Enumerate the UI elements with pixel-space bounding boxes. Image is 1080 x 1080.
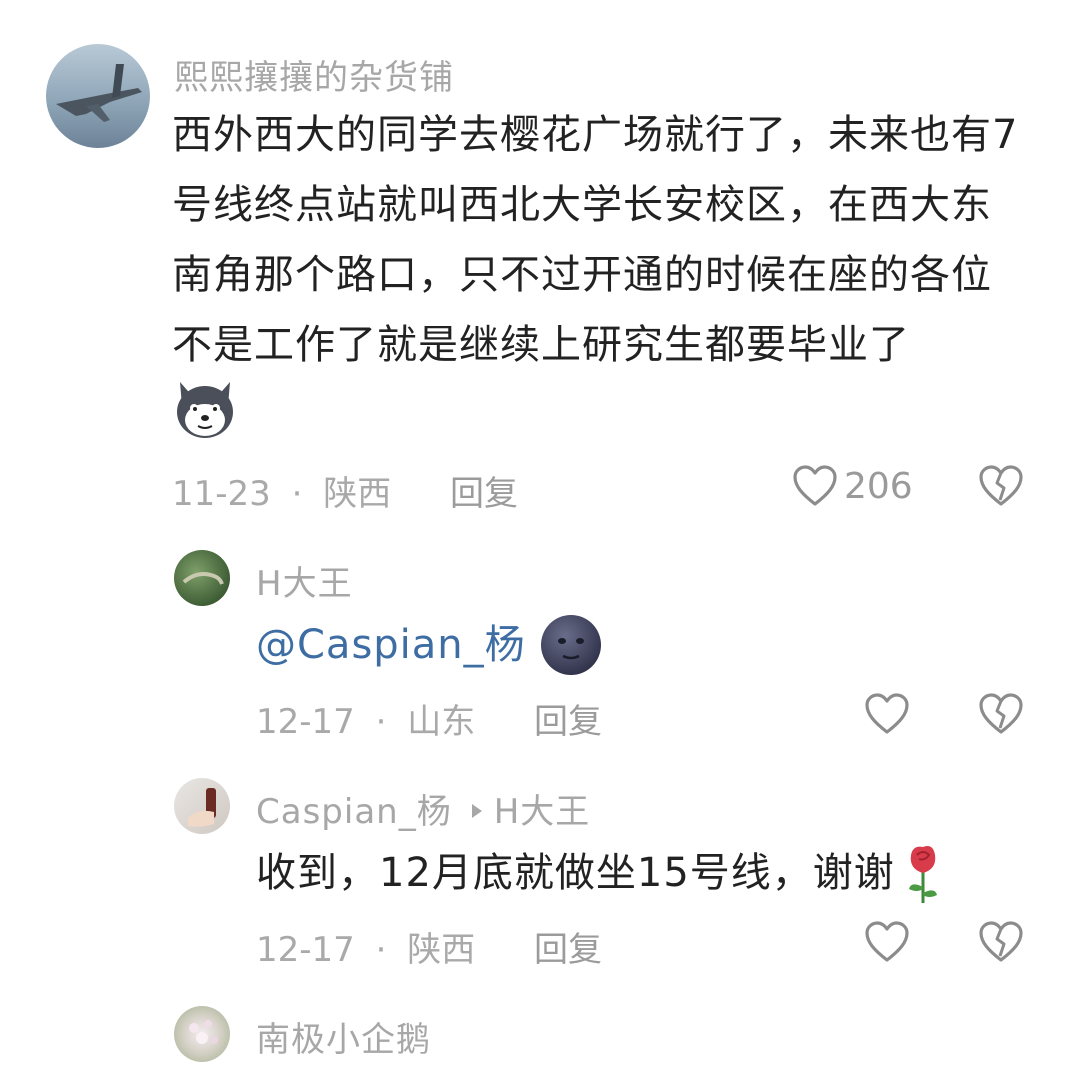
broken-heart-icon — [979, 693, 1023, 734]
reply-button[interactable]: 回复 — [534, 702, 602, 742]
like-button[interactable]: 206 — [792, 464, 913, 508]
like-button[interactable] — [864, 692, 910, 740]
separator: · — [375, 702, 387, 742]
avatar[interactable] — [174, 1006, 230, 1062]
flowers-image — [189, 1020, 218, 1044]
reply-text: @Caspian_杨 — [256, 610, 602, 680]
dislike-button[interactable] — [978, 692, 1024, 740]
reply-date: 12-17 — [256, 702, 355, 742]
avatar[interactable] — [46, 44, 150, 148]
avatar[interactable] — [174, 550, 230, 606]
reply-username[interactable]: Caspian_杨 — [256, 784, 452, 833]
reply-arrow-icon — [470, 789, 484, 829]
hand-bottle-image — [188, 788, 216, 827]
dislike-button[interactable] — [978, 464, 1024, 512]
broken-heart-icon — [979, 921, 1023, 962]
reply-meta: 12-17 · 山东 回复 — [256, 694, 602, 743]
husky-sticker-icon — [172, 378, 238, 440]
heart-outline-icon — [793, 465, 837, 506]
lizard-image — [182, 572, 224, 585]
reply-location: 陕西 — [407, 930, 476, 970]
like-count: 206 — [844, 465, 913, 507]
broken-heart-icon — [979, 465, 1023, 506]
reply-date: 12-17 — [256, 930, 355, 970]
reply-location: 山东 — [407, 702, 476, 742]
reply-to-username[interactable]: H大王 — [494, 784, 591, 833]
reply-meta: 12-17 · 陕西 回复 — [256, 922, 602, 971]
heart-outline-icon — [865, 921, 909, 962]
separator: · — [375, 930, 387, 970]
comment-location: 陕西 — [323, 474, 392, 514]
new-moon-face-icon — [540, 614, 602, 676]
reply-button[interactable]: 回复 — [534, 930, 602, 970]
comment-username[interactable]: 熙熙攘攘的杂货铺 — [174, 50, 454, 99]
reply-button[interactable]: 回复 — [450, 474, 518, 514]
heart-outline-icon — [865, 693, 909, 734]
reply-username[interactable]: H大王 — [256, 556, 353, 605]
comment-text: 西外西大的同学去樱花广场就行了，未来也有7号线终点站就叫西北大学长安校区，在西大… — [172, 112, 1019, 368]
reply-username-row: Caspian_杨 H大王 — [256, 784, 590, 833]
rose-icon — [901, 841, 945, 905]
dislike-button[interactable] — [978, 920, 1024, 968]
reply-username[interactable]: 南极小企鹅 — [256, 1012, 431, 1061]
comment-meta: 11-23 · 陕西 回复 — [172, 466, 518, 515]
separator: · — [291, 474, 303, 514]
like-button[interactable] — [864, 920, 910, 968]
fighter-jet-image — [56, 64, 142, 122]
comment-date: 11-23 — [172, 474, 271, 514]
reply-text: 收到，12月底就做坐15号线，谢谢 — [256, 838, 945, 908]
avatar[interactable] — [174, 778, 230, 834]
mention-link[interactable]: @Caspian_杨 — [256, 610, 526, 680]
